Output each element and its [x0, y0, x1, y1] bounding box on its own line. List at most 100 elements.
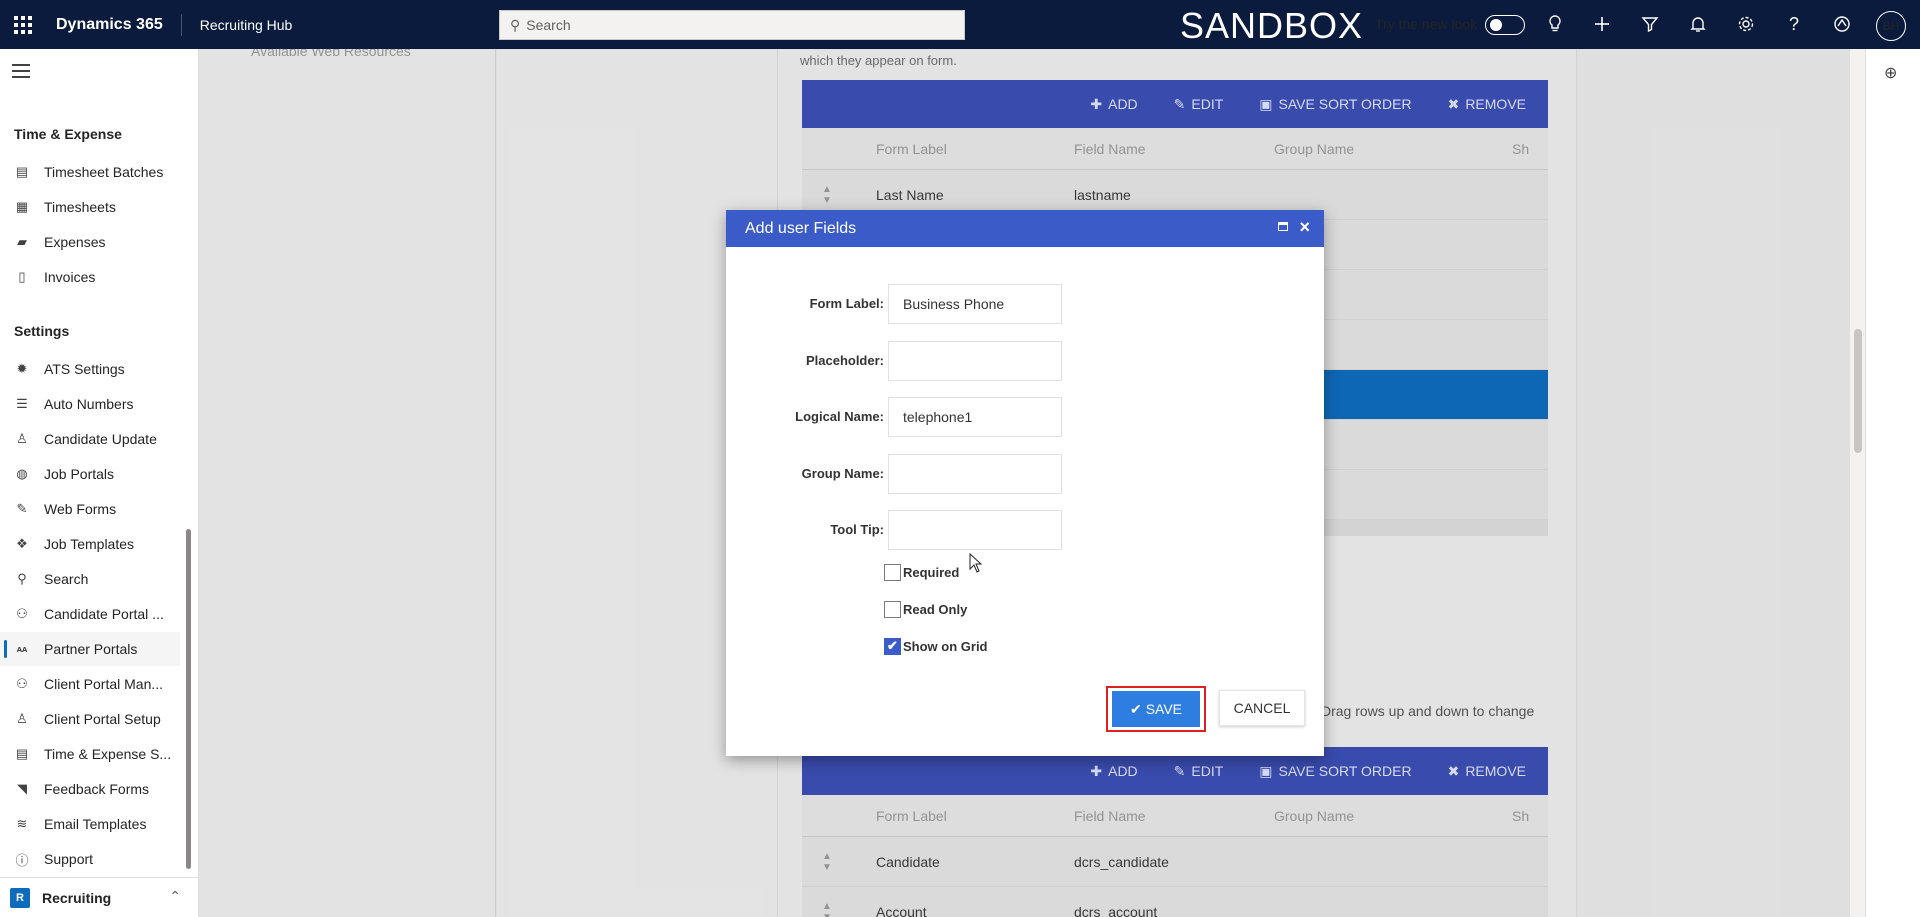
sidebar: Time & Expense ▤ Timesheet Batches ▦ Times…: [0, 49, 199, 917]
page-scrollbar[interactable]: [1849, 49, 1865, 917]
sidebar-item-job-templates[interactable]: ❖ Job Templates: [0, 527, 180, 561]
tool-tip-input[interactable]: [888, 510, 1062, 550]
people-icon: ⚇: [16, 606, 28, 621]
sidebar-item-label: Partner Portals: [44, 641, 138, 657]
show-on-grid-checkbox[interactable]: ✔: [884, 637, 901, 655]
chevron-up-down-icon: ⌃: [169, 888, 181, 904]
group-name-row: Group Name:: [726, 454, 1324, 498]
sidebar-item-email-templates[interactable]: ≋ Email Templates: [0, 807, 180, 841]
sidebar-item-time-expense-settings[interactable]: ▤ Time & Expense S...: [0, 737, 180, 771]
sidebar-item-label: Web Forms: [44, 501, 117, 517]
people-icon: ⚇: [16, 676, 28, 691]
sidebar-item-label: Timesheet Batches: [44, 164, 164, 180]
help-icon[interactable]: ?: [1782, 12, 1806, 36]
help-icon: ⓘ: [15, 852, 29, 868]
sidebar-item-client-portal-setup[interactable]: ♙ Client Portal Setup: [0, 702, 180, 736]
numbered-list-icon: ☰: [16, 396, 28, 411]
copilot-icon[interactable]: [1830, 12, 1854, 36]
copilot-icon[interactable]: ⊕: [1884, 63, 1897, 83]
search-icon: ⚲: [510, 16, 521, 33]
group-name-label: Group Name:: [801, 466, 884, 481]
sidebar-item-client-portal-man[interactable]: ⚇ Client Portal Man...: [0, 667, 180, 701]
expense-icon: ▰: [17, 234, 27, 249]
new-look-toggle[interactable]: [1485, 15, 1525, 35]
sidebar-item-label: Search: [44, 571, 89, 587]
sidebar-item-ats-settings[interactable]: ✹ ATS Settings: [0, 352, 180, 386]
group-name-input[interactable]: [888, 454, 1062, 494]
form-label-input[interactable]: [888, 284, 1062, 324]
logical-name-input[interactable]: [888, 397, 1062, 437]
sidebar-item-label: Candidate Update: [44, 431, 157, 447]
document-icon: ▤: [15, 746, 29, 761]
sidebar-item-label: Job Templates: [44, 536, 135, 552]
right-side-pane: ⊕: [1865, 49, 1920, 917]
tool-tip-label: Tool Tip:: [830, 522, 884, 537]
sidebar-item-candidate-update[interactable]: ♙ Candidate Update: [0, 422, 180, 456]
sidebar-item-timesheets[interactable]: ▦ Timesheets: [0, 190, 180, 224]
sidebar-item-auto-numbers[interactable]: ☰ Auto Numbers: [0, 387, 180, 421]
form-label-label: Form Label:: [809, 296, 884, 311]
save-button[interactable]: ✔ SAVE: [1112, 691, 1200, 727]
app-launcher-button[interactable]: [0, 0, 46, 49]
sidebar-item-candidate-portal[interactable]: ⚇ Candidate Portal ...: [0, 597, 180, 631]
global-search-input[interactable]: ⚲ Search: [499, 10, 965, 40]
mouse-cursor-icon: [969, 553, 983, 573]
sidebar-item-label: Time & Expense S...: [44, 746, 172, 762]
lightbulb-icon[interactable]: [1543, 12, 1567, 36]
user-avatar[interactable]: BH: [1876, 11, 1906, 41]
area-name: Recruiting: [42, 889, 112, 906]
area-switcher[interactable]: R Recruiting ⌃: [0, 877, 199, 917]
sidebar-item-feedback-forms[interactable]: ◥ Feedback Forms: [0, 772, 180, 806]
dialog-header: Add user Fields ×: [726, 210, 1324, 247]
close-icon[interactable]: ×: [1299, 217, 1310, 238]
sidebar-item-label: Support: [44, 851, 94, 867]
gear-icon[interactable]: [1734, 12, 1758, 36]
section-title-time-expense: Time & Expense: [14, 126, 122, 142]
read-only-checkbox[interactable]: [884, 600, 901, 618]
sidebar-item-expenses[interactable]: ▰ Expenses: [0, 225, 180, 259]
app-name-link[interactable]: Dynamics 365: [46, 13, 182, 36]
show-on-grid-checkbox-row[interactable]: ✔ Show on Grid: [884, 635, 988, 657]
feedback-icon: ◥: [17, 781, 27, 796]
section-title-settings: Settings: [14, 323, 70, 339]
hamburger-menu-icon[interactable]: [12, 64, 30, 82]
add-user-fields-dialog: Add user Fields × Form Label: Placeholde…: [726, 210, 1324, 756]
placeholder-label: Placeholder:: [805, 353, 884, 368]
read-only-checkbox-row[interactable]: Read Only: [884, 598, 967, 620]
logical-name-row: Logical Name:: [726, 397, 1324, 441]
required-checkbox-row[interactable]: Required: [884, 561, 959, 583]
person-settings-icon: ♙: [16, 711, 28, 726]
sidebar-item-label: Timesheets: [44, 199, 116, 215]
dialog-title: Add user Fields: [745, 219, 857, 237]
placeholder-input[interactable]: [888, 341, 1062, 381]
area-badge: R: [10, 887, 30, 908]
sidebar-item-label: Feedback Forms: [44, 781, 150, 797]
placeholder-row: Placeholder:: [726, 341, 1324, 385]
sidebar-item-partner-portals[interactable]: ᴀᴀ Partner Portals: [0, 632, 180, 666]
batch-icon: ▤: [15, 164, 29, 179]
sidebar-item-web-forms[interactable]: ✎ Web Forms: [0, 492, 180, 526]
show-on-grid-label: Show on Grid: [903, 638, 988, 654]
page-scrollbar-thumb[interactable]: [1854, 329, 1862, 453]
required-checkbox[interactable]: [884, 563, 901, 581]
notification-bell-icon[interactable]: [1686, 12, 1710, 36]
maximize-icon[interactable]: [1278, 222, 1288, 231]
sidebar-scrollbar[interactable]: [186, 529, 191, 869]
sidebar-item-support[interactable]: ⓘ Support: [0, 842, 180, 876]
sidebar-item-job-portals[interactable]: ◍ Job Portals: [0, 457, 180, 491]
save-label: SAVE: [1145, 701, 1183, 717]
cancel-button[interactable]: CANCEL: [1219, 690, 1305, 726]
filter-icon[interactable]: [1638, 12, 1662, 36]
timesheet-icon: ▦: [15, 199, 29, 214]
partner-icon: ᴀᴀ: [16, 644, 28, 654]
sidebar-item-search[interactable]: ⚲ Search: [0, 562, 180, 596]
logical-name-label: Logical Name:: [795, 409, 884, 424]
globe-icon: ◍: [16, 466, 28, 481]
tool-tip-row: Tool Tip:: [726, 510, 1324, 554]
plus-icon[interactable]: [1590, 12, 1614, 36]
sidebar-item-invoices[interactable]: ▯ Invoices: [0, 260, 180, 294]
hub-name-link[interactable]: Recruiting Hub: [182, 17, 491, 33]
form-label-row: Form Label:: [726, 284, 1324, 328]
checkmark-icon: ✔: [1129, 700, 1142, 717]
sidebar-item-timesheet-batches[interactable]: ▤ Timesheet Batches: [0, 155, 180, 189]
